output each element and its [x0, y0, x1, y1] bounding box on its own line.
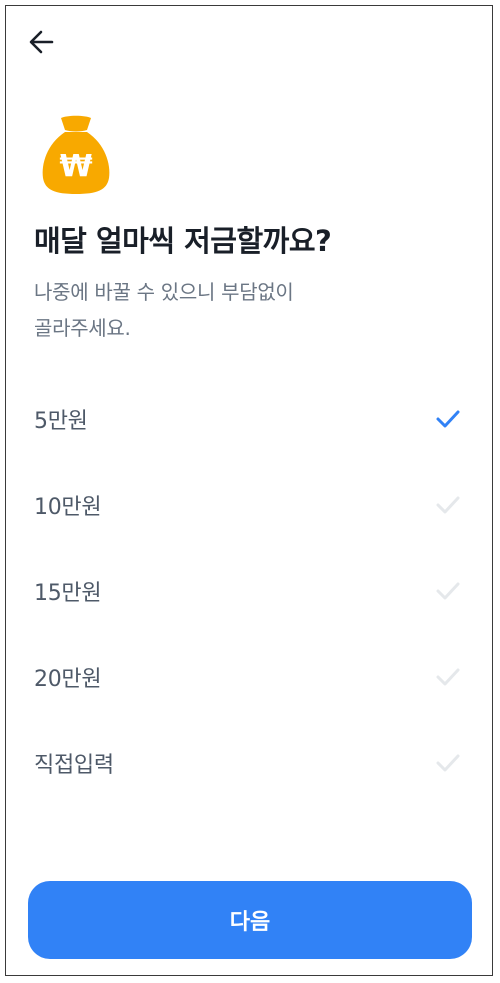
option-5man[interactable]: 5만원 [6, 376, 492, 462]
option-10man[interactable]: 10만원 [6, 462, 492, 548]
check-icon [434, 405, 462, 433]
arrow-left-icon [29, 30, 54, 54]
option-label: 직접입력 [34, 753, 114, 778]
back-button[interactable] [26, 26, 58, 58]
option-label: 15만원 [34, 581, 102, 606]
option-label: 5만원 [34, 409, 88, 434]
subtitle-line-2: 골라주세요. [34, 316, 131, 340]
option-label: 20만원 [34, 667, 102, 692]
check-icon [434, 577, 462, 605]
check-icon [434, 749, 462, 777]
option-15man[interactable]: 15만원 [6, 548, 492, 634]
page-subtitle: 나중에 바꿀 수 있으니 부담없이 골라주세요. [34, 274, 394, 346]
option-custom-input[interactable]: 직접입력 [6, 720, 492, 806]
check-icon [434, 491, 462, 519]
won-symbol: ₩ [59, 149, 92, 184]
page-title: 매달 얼마씩 저금할까요? [34, 224, 332, 258]
option-20man[interactable]: 20만원 [6, 634, 492, 720]
next-button[interactable]: 다음 [28, 881, 472, 959]
amount-option-list: 5만원 10만원 15만원 20만원 직접입력 [6, 376, 492, 806]
screen: ₩ 매달 얼마씩 저금할까요? 나중에 바꿀 수 있으니 부담없이 골라주세요.… [5, 5, 493, 976]
money-bag-won-icon: ₩ [42, 115, 110, 194]
subtitle-line-1: 나중에 바꿀 수 있으니 부담없이 [34, 280, 294, 304]
option-label: 10만원 [34, 495, 102, 520]
check-icon [434, 663, 462, 691]
